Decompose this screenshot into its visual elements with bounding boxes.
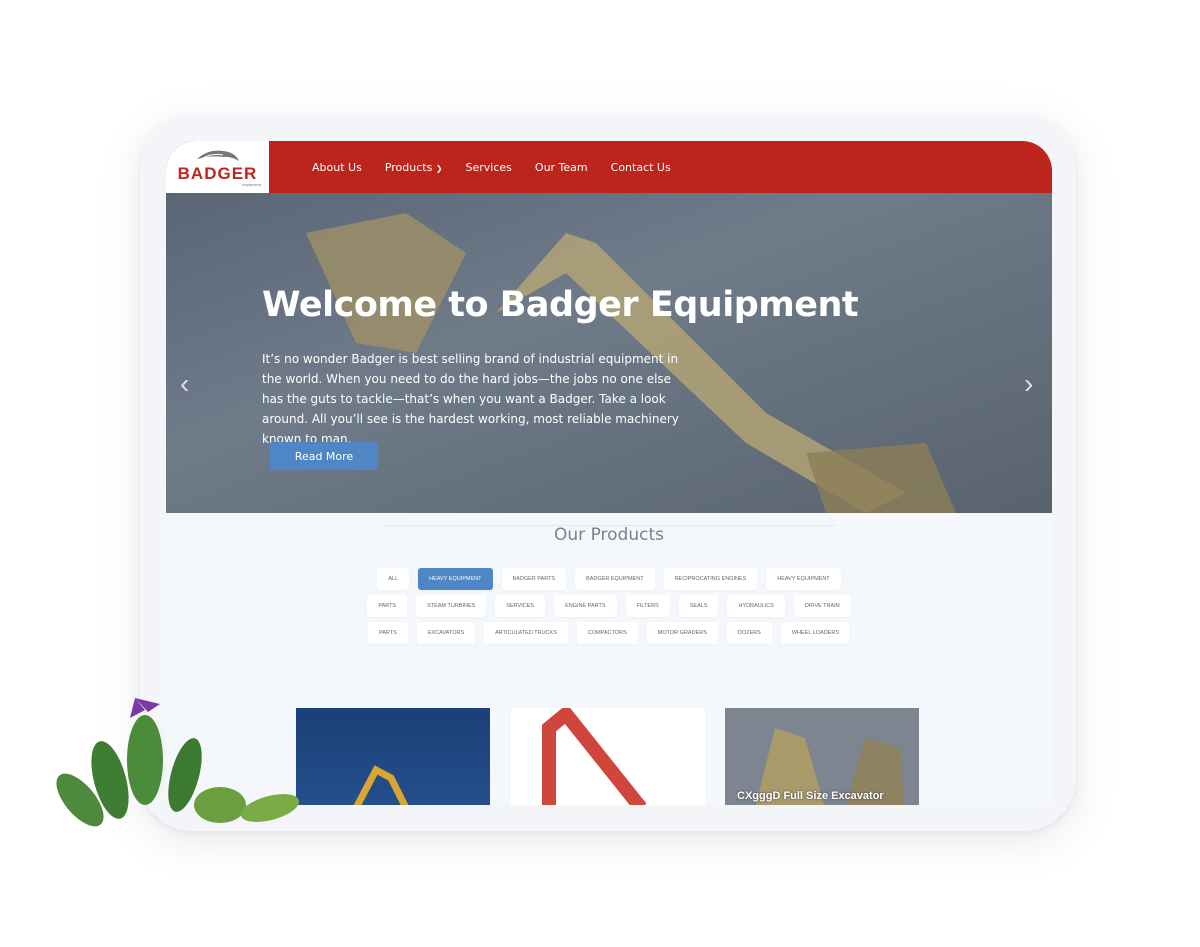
- nav-about-us[interactable]: About Us: [312, 161, 362, 174]
- next-slide-icon[interactable]: ›: [1024, 368, 1033, 400]
- filter-button[interactable]: RECIPROCATING ENGINES: [663, 568, 758, 590]
- nav-our-team[interactable]: Our Team: [535, 161, 588, 174]
- filter-button[interactable]: ENGINE PARTS: [554, 595, 617, 617]
- filter-button[interactable]: HEAVY EQUIPMENT: [418, 568, 493, 590]
- nav-contact-us[interactable]: Contact Us: [611, 161, 671, 174]
- prev-slide-icon[interactable]: ‹: [180, 368, 189, 400]
- hero-title: Welcome to Badger Equipment: [262, 285, 859, 325]
- filter-button[interactable]: PARTS: [368, 622, 408, 644]
- product-card[interactable]: [511, 708, 705, 805]
- filter-button[interactable]: ARTICULATED TRUCKS: [484, 622, 568, 644]
- chevron-down-icon: ❯: [435, 163, 443, 173]
- filter-button[interactable]: WHEEL LOADERS: [780, 622, 850, 644]
- product-caption: CXgggD Full Size Excavator: [737, 790, 884, 802]
- filter-button[interactable]: ALL: [377, 568, 410, 590]
- plant-decoration-icon: [56, 698, 300, 827]
- hero-text: It’s no wonder Badger is best selling br…: [262, 352, 679, 446]
- filter-button[interactable]: COMPACTORS: [576, 622, 638, 644]
- products-title: Our Products: [554, 525, 664, 545]
- product-filters: ALL HEAVY EQUIPMENT BADGER PARTS BADGER EQU…: [356, 568, 862, 644]
- product-image: [353, 765, 409, 805]
- logo-text: BADGER: [177, 164, 258, 183]
- filter-button[interactable]: HYDRAULICS: [727, 595, 785, 617]
- filter-button[interactable]: STEAM TURBINES: [416, 595, 487, 617]
- filter-button[interactable]: EXCAVATORS: [416, 622, 476, 644]
- filter-button[interactable]: BADGER EQUIPMENT: [575, 568, 655, 590]
- filter-button[interactable]: DRIVE TRAIN: [793, 595, 851, 617]
- product-card[interactable]: CXgggD Full Size Excavator: [725, 708, 919, 805]
- logo-subtext: equipment: [242, 182, 261, 187]
- filter-button[interactable]: MOTOR GRADERS: [646, 622, 718, 644]
- filter-button[interactable]: SEALS: [678, 595, 719, 617]
- badger-logo-icon: [196, 150, 239, 161]
- read-more-button[interactable]: Read More: [270, 442, 378, 470]
- filter-button[interactable]: HEAVY EQUIPMENT: [766, 568, 841, 590]
- product-image: [542, 708, 647, 805]
- logo[interactable]: BADGER equipment: [166, 141, 269, 193]
- hero-slider: Welcome to Badger Equipment It’s no wond…: [166, 193, 1052, 513]
- nav-products-label: Products: [384, 160, 433, 174]
- filter-button[interactable]: PARTS: [367, 595, 408, 617]
- filter-button[interactable]: FILTERS: [625, 595, 670, 617]
- nav-products[interactable]: Products ❯: [385, 161, 443, 174]
- filter-button[interactable]: SERVICES: [495, 595, 546, 617]
- main-menu: About Us Products ❯ Services Our Team Co…: [312, 141, 671, 193]
- nav-bar: BADGER equipment About Us Products ❯ Ser…: [166, 141, 1052, 193]
- product-card[interactable]: [296, 708, 490, 805]
- filter-button[interactable]: DOZERS: [726, 622, 772, 644]
- filter-button[interactable]: BADGER PARTS: [501, 568, 567, 590]
- nav-services[interactable]: Services: [466, 161, 512, 174]
